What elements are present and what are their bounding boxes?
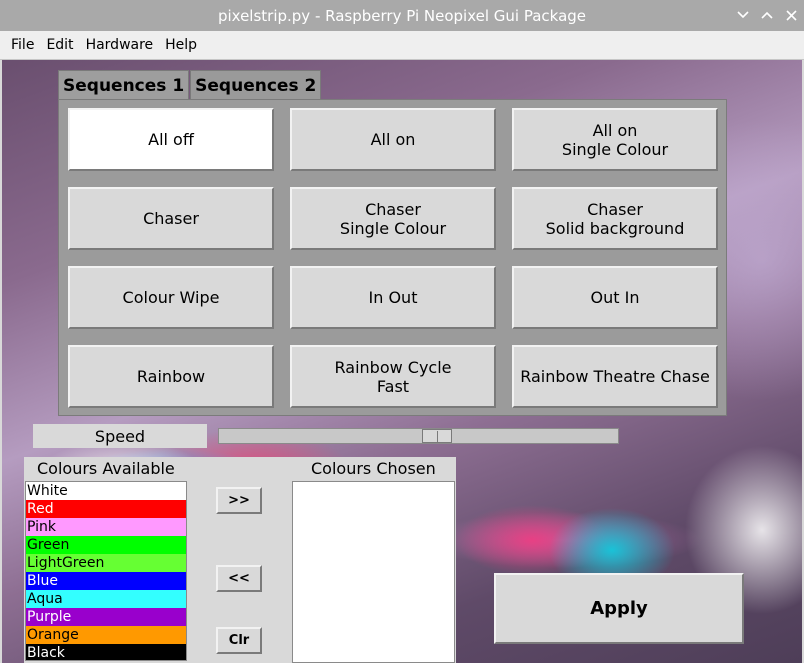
chaser-button[interactable]: Chaser bbox=[68, 187, 274, 250]
menu-edit[interactable]: Edit bbox=[40, 37, 79, 53]
button-label-line2: Single Colour bbox=[339, 218, 447, 238]
menu-hardware[interactable]: Hardware bbox=[80, 37, 160, 53]
button-label: Rainbow bbox=[136, 367, 206, 386]
button-label: Chaser bbox=[587, 199, 643, 219]
apply-button[interactable]: Apply bbox=[494, 573, 744, 644]
button-label-line2: Solid background bbox=[545, 218, 685, 238]
button-label-line2: Single Colour bbox=[561, 139, 669, 159]
button-label: Rainbow Cycle bbox=[334, 357, 452, 377]
maximize-button[interactable] bbox=[758, 5, 776, 25]
list-item[interactable]: Green bbox=[26, 536, 186, 554]
menu-bar: File Edit Hardware Help bbox=[0, 31, 804, 60]
all-off-button[interactable]: All off bbox=[68, 108, 274, 171]
button-label: All on bbox=[592, 120, 638, 140]
menu-help[interactable]: Help bbox=[159, 37, 203, 53]
chevron-down-icon bbox=[737, 11, 749, 19]
close-button[interactable] bbox=[782, 5, 800, 25]
list-item[interactable]: LightGreen bbox=[26, 554, 186, 572]
tab-panel: All off All on All on Single Colour Chas… bbox=[58, 99, 727, 416]
list-item[interactable]: Blue bbox=[26, 572, 186, 590]
colour-panel: Colours Available Colours Chosen White R… bbox=[24, 457, 456, 663]
tab-sequences-2[interactable]: Sequences 2 bbox=[190, 70, 322, 100]
chaser-solid-background-button[interactable]: Chaser Solid background bbox=[512, 187, 718, 250]
window-title: pixelstrip.py - Raspberry Pi Neopixel Gu… bbox=[217, 6, 587, 25]
list-item[interactable]: Purple bbox=[26, 608, 186, 626]
colour-wipe-button[interactable]: Colour Wipe bbox=[68, 266, 274, 329]
in-out-button[interactable]: In Out bbox=[290, 266, 496, 329]
colours-available-heading: Colours Available bbox=[37, 459, 175, 478]
tab-strip: Sequences 1 Sequences 2 bbox=[58, 70, 322, 100]
rainbow-theatre-chase-button[interactable]: Rainbow Theatre Chase bbox=[512, 345, 718, 408]
colours-chosen-heading: Colours Chosen bbox=[311, 459, 436, 478]
title-bar: pixelstrip.py - Raspberry Pi Neopixel Gu… bbox=[0, 0, 804, 31]
all-on-single-colour-button[interactable]: All on Single Colour bbox=[512, 108, 718, 171]
all-on-button[interactable]: All on bbox=[290, 108, 496, 171]
button-label: In Out bbox=[368, 288, 418, 307]
rainbow-cycle-fast-button[interactable]: Rainbow Cycle Fast bbox=[290, 345, 496, 408]
button-label: Chaser bbox=[365, 199, 421, 219]
list-item[interactable]: Black bbox=[26, 644, 186, 660]
menu-file[interactable]: File bbox=[5, 37, 40, 53]
list-item[interactable]: White bbox=[26, 482, 186, 500]
window-controls bbox=[734, 5, 800, 25]
list-item[interactable]: Aqua bbox=[26, 590, 186, 608]
colours-chosen-list[interactable] bbox=[292, 481, 455, 663]
clear-colours-button[interactable]: Clr bbox=[216, 627, 262, 654]
chevron-up-icon bbox=[761, 11, 773, 19]
slider-grip bbox=[437, 431, 438, 442]
minimize-button[interactable] bbox=[734, 5, 752, 25]
button-label: All on bbox=[370, 130, 416, 149]
colours-available-list[interactable]: White Red Pink Green LightGreen Blue Aqu… bbox=[25, 481, 187, 661]
button-label: Colour Wipe bbox=[122, 288, 220, 307]
chaser-single-colour-button[interactable]: Chaser Single Colour bbox=[290, 187, 496, 250]
out-in-button[interactable]: Out In bbox=[512, 266, 718, 329]
speed-label: Speed bbox=[33, 424, 207, 448]
list-item[interactable]: Pink bbox=[26, 518, 186, 536]
speed-slider-handle[interactable] bbox=[422, 429, 452, 443]
list-item[interactable]: Red bbox=[26, 500, 186, 518]
tab-sequences-1[interactable]: Sequences 1 bbox=[58, 70, 190, 100]
add-colour-button[interactable]: >> bbox=[216, 487, 262, 514]
button-label: Out In bbox=[590, 288, 640, 307]
speed-slider[interactable] bbox=[218, 428, 619, 444]
list-item[interactable]: Orange bbox=[26, 626, 186, 644]
button-label: Rainbow Theatre Chase bbox=[520, 367, 710, 386]
rainbow-button[interactable]: Rainbow bbox=[68, 345, 274, 408]
button-label-line2: Fast bbox=[376, 376, 410, 396]
sequence-notebook: Sequences 1 Sequences 2 All off All on A… bbox=[58, 70, 727, 416]
button-label: Chaser bbox=[143, 209, 199, 228]
close-icon bbox=[785, 9, 797, 21]
button-label: All off bbox=[148, 130, 194, 149]
remove-colour-button[interactable]: << bbox=[216, 565, 262, 592]
